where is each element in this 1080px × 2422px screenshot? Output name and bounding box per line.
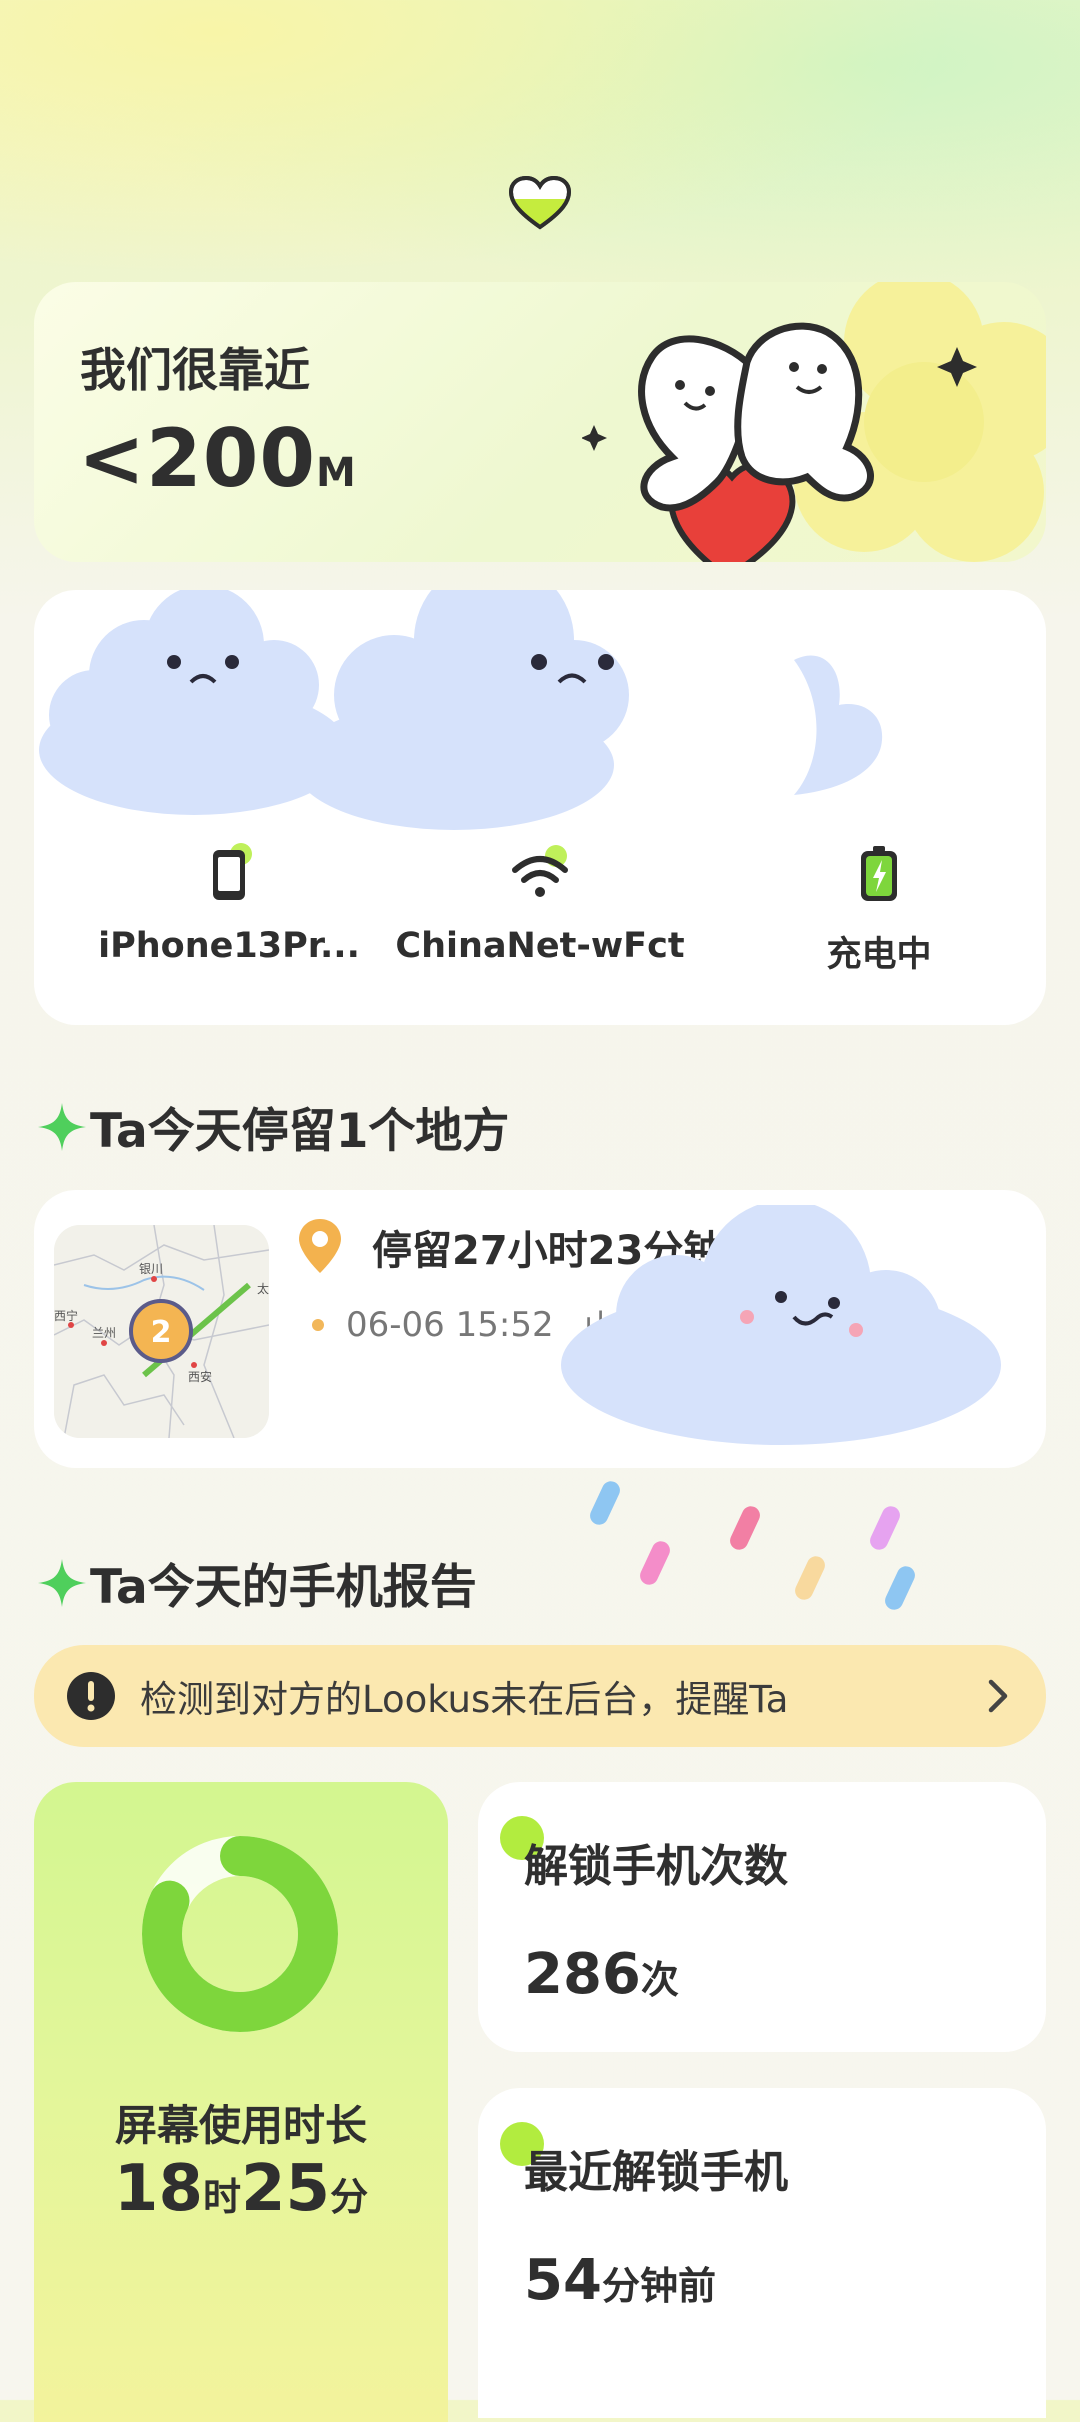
- map-graphic: 银川 西宁 兰州 西安 太 2: [54, 1225, 269, 1438]
- header-background: [0, 0, 1080, 320]
- screen-minutes: 25: [241, 2152, 331, 2226]
- happy-cloud-illustration: [561, 1205, 1001, 1610]
- distance-unit: M: [316, 450, 357, 496]
- distance-card[interactable]: 我们很靠近 <200M: [34, 282, 1046, 562]
- location-pin-icon: [299, 1219, 341, 1273]
- couple-illustration: [582, 322, 977, 562]
- last-unlock-number: 54: [524, 2248, 602, 2313]
- phone-model-label: iPhone13Pr...: [98, 926, 360, 966]
- screen-time-ring: [142, 1836, 338, 2032]
- screen-hours: 18: [113, 2152, 203, 2226]
- unlock-count-card[interactable]: 解锁手机次数 286次: [478, 1782, 1046, 2052]
- place-time: 06-06 15:52: [346, 1304, 554, 1345]
- heart-logo-icon: [508, 175, 572, 230]
- wifi-icon: [510, 840, 570, 906]
- chevron-right-icon: [988, 1679, 1008, 1713]
- screen-time-value: 18时25分: [34, 2152, 448, 2226]
- battery-status-label: 充电中: [826, 935, 932, 975]
- last-unlock-unit: 分钟前: [601, 2264, 716, 2308]
- distance-number: <200: [78, 412, 317, 505]
- sparkle-icon: [38, 1102, 86, 1151]
- wifi-name-label: ChinaNet-wFct: [395, 926, 685, 966]
- distance-title: 我们很靠近: [80, 343, 310, 397]
- phone-icon: [199, 840, 259, 906]
- device-wifi-item[interactable]: ChinaNet-wFct: [390, 840, 690, 966]
- map-label: 太: [257, 1281, 269, 1296]
- map-label: 银川: [139, 1262, 163, 1276]
- map-label: 西安: [188, 1369, 212, 1384]
- last-unlock-value: 54分钟前: [524, 2248, 716, 2313]
- unlock-count-unit: 次: [640, 1958, 679, 2002]
- screen-minutes-unit: 分: [330, 2175, 369, 2219]
- sparkle-icon: [38, 1558, 86, 1607]
- alert-text: 检测到对方的Lookus未在后台，提醒Ta: [140, 1678, 789, 1721]
- last-unlock-card[interactable]: 最近解锁手机 54分钟前: [478, 2088, 1046, 2418]
- exclamation-icon: [67, 1672, 115, 1720]
- report-title-text: Ta今天的手机报告: [90, 1560, 477, 1615]
- map-thumbnail[interactable]: 银川 西宁 兰州 西安 太 2: [54, 1225, 269, 1438]
- battery-charging-icon: [849, 840, 909, 906]
- map-label: 兰州: [92, 1326, 116, 1340]
- distance-value: <200M: [78, 412, 357, 505]
- places-section-title: Ta今天停留1个地方: [36, 1092, 509, 1161]
- unlock-count-number: 286: [524, 1942, 641, 2007]
- device-status-card[interactable]: iPhone13Pr... ChinaNet-wFct 充电中: [34, 590, 1046, 1025]
- map-label: 西宁: [54, 1308, 78, 1323]
- screen-time-label: 屏幕使用时长: [114, 2101, 367, 2150]
- report-section-title: Ta今天的手机报告: [36, 1548, 477, 1617]
- last-unlock-label: 最近解锁手机: [524, 2147, 788, 2198]
- unlock-count-value: 286次: [524, 1942, 679, 2007]
- device-battery-item[interactable]: 充电中: [729, 840, 1029, 977]
- map-cluster-badge: 2: [151, 1315, 172, 1350]
- sad-clouds-illustration: [39, 590, 883, 830]
- screen-hours-unit: 时: [202, 2175, 241, 2219]
- places-title-text: Ta今天停留1个地方: [90, 1104, 510, 1159]
- background-alert-banner[interactable]: 检测到对方的Lookus未在后台，提醒Ta: [34, 1645, 1046, 1747]
- time-dot: [312, 1318, 324, 1331]
- unlock-count-label: 解锁手机次数: [524, 1841, 788, 1892]
- device-phone-item[interactable]: iPhone13Pr...: [79, 840, 379, 966]
- screen-time-card[interactable]: 屏幕使用时长 18时25分: [34, 1782, 448, 2422]
